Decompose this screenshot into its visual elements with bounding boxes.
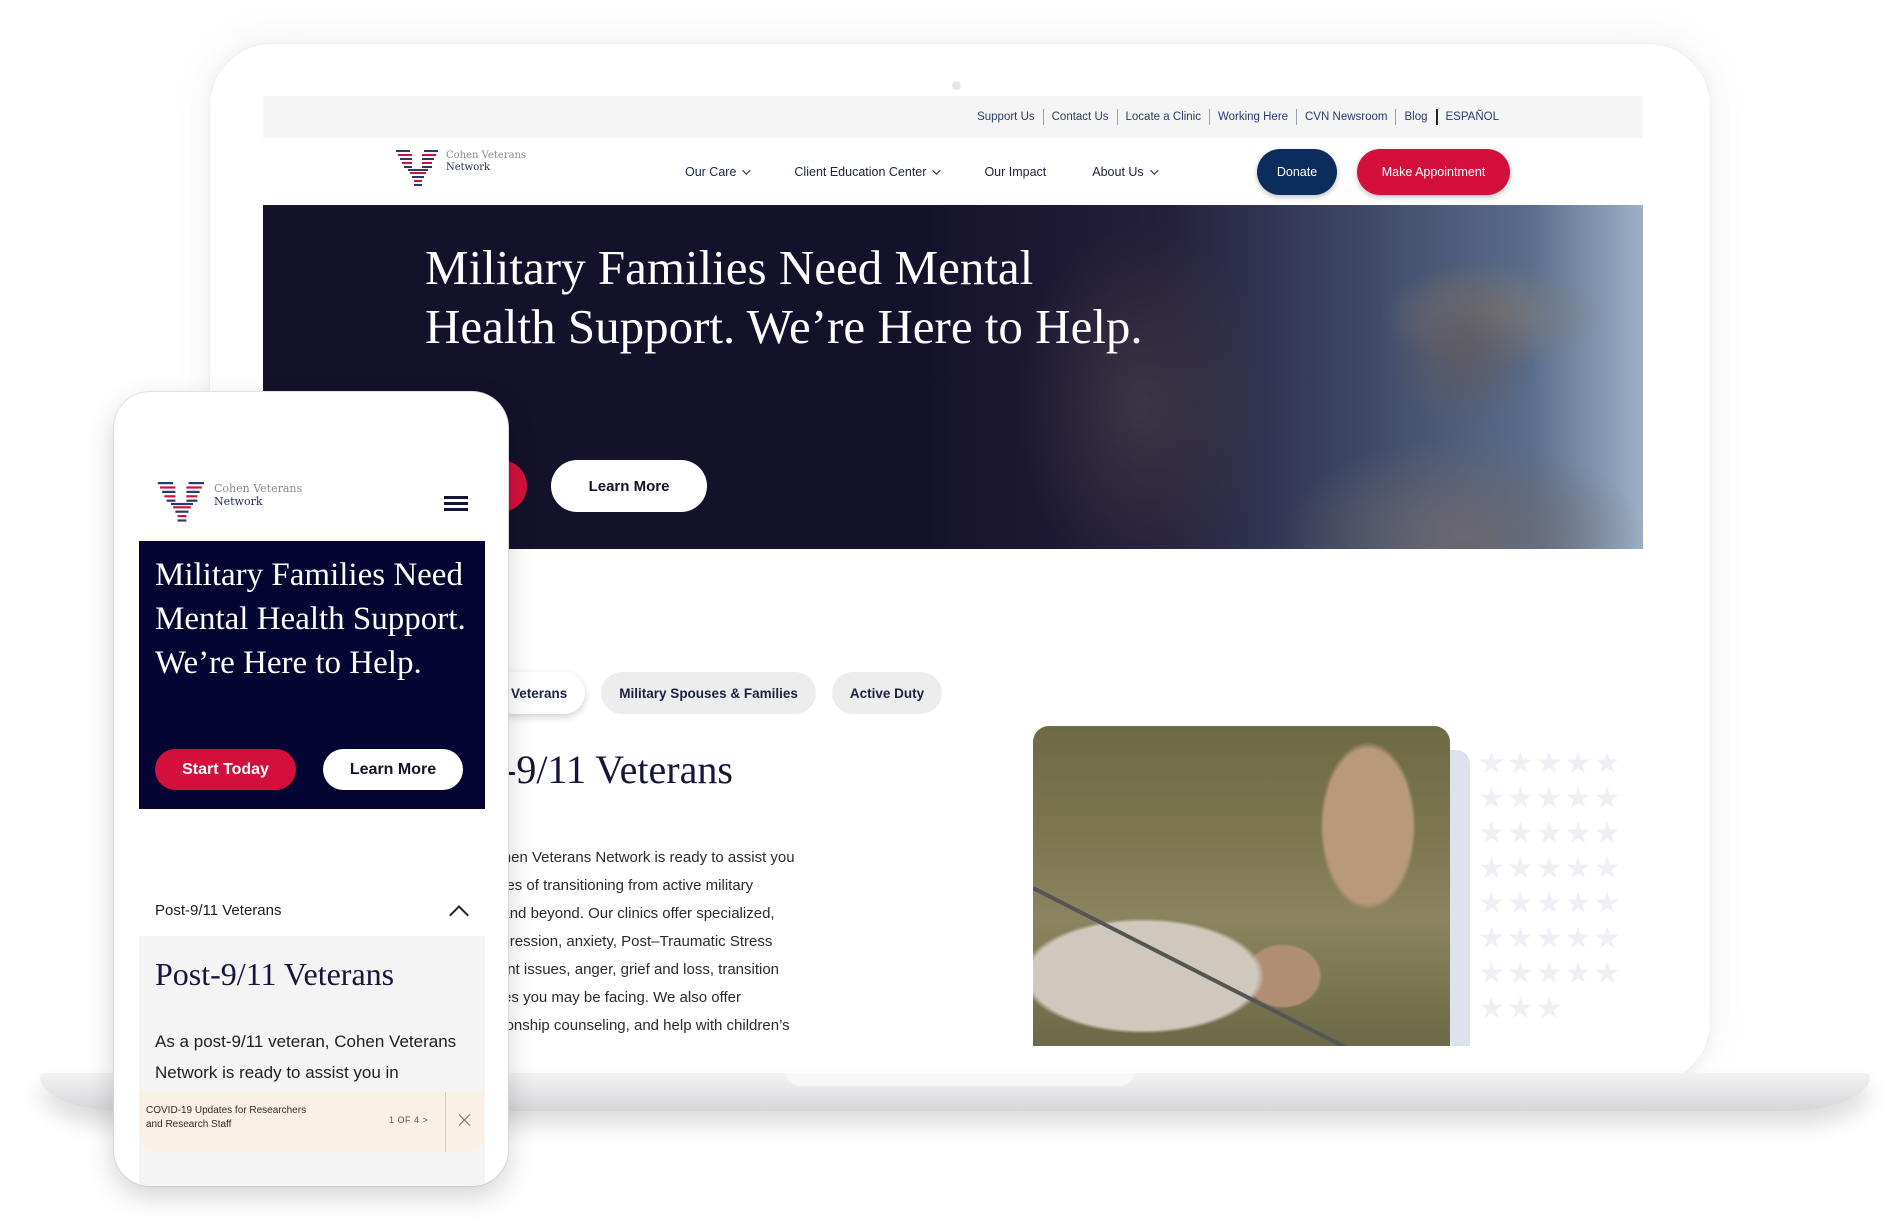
mobile-hero-title: Military Families Need Mental Health Sup… (155, 557, 466, 681)
logo[interactable]: Cohen Veterans Network (396, 150, 526, 190)
learn-more-button[interactable]: Learn More (551, 460, 707, 512)
veteran-fishing-photo (1033, 726, 1450, 1046)
nav-our-care[interactable]: Our Care (685, 164, 752, 179)
logo-text: Cohen Veterans Network (214, 482, 302, 508)
nav-label: Our Care (685, 164, 737, 179)
mobile-logo[interactable]: Cohen Veterans Network (156, 482, 302, 526)
section-title: -9/11 Veterans (503, 747, 733, 792)
hero-title: Military Families Need Mental Health Sup… (425, 240, 1143, 354)
alert-pager[interactable]: 1 OF 4 > (389, 1115, 428, 1125)
donate-button[interactable]: Donate (1257, 149, 1337, 195)
alert-text[interactable]: COVID-19 Updates for Researchers and Res… (146, 1104, 316, 1132)
alert-divider (445, 1092, 446, 1152)
chevron-up-icon[interactable] (449, 905, 469, 925)
fishing-rod (1033, 886, 1355, 1046)
mobile-section-title: Post-9/11 Veterans (155, 956, 395, 992)
nav-our-impact[interactable]: Our Impact (984, 165, 1046, 179)
logo-line2: Network (214, 495, 263, 508)
util-link-espanol[interactable]: ESPAÑOL (1438, 109, 1507, 125)
nav-label: Our Impact (984, 164, 1047, 179)
util-link-locate-clinic[interactable]: Locate a Clinic (1118, 109, 1210, 125)
util-link-working-here[interactable]: Working Here (1210, 109, 1298, 125)
mobile-learn-more-button[interactable]: Learn More (323, 749, 463, 790)
v-wordcloud-logo-icon (157, 482, 204, 522)
logo-text: Cohen Veterans Network (446, 150, 526, 174)
logo-line1: Cohen Veterans (446, 150, 527, 161)
util-link-contact-us[interactable]: Contact Us (1044, 109, 1118, 125)
make-appointment-button[interactable]: Make Appointment (1357, 149, 1510, 195)
nav-label: About Us (1092, 164, 1144, 179)
utility-bar: Support Us Contact Us Locate a Clinic Wo… (263, 96, 1643, 138)
mobile-hero-buttons: Start Today Learn More (155, 749, 463, 790)
logo-line2: Network (446, 162, 491, 173)
nav-about-us[interactable]: About Us (1092, 164, 1159, 179)
nav-client-education[interactable]: Client Education Center (794, 164, 942, 179)
logo-line1: Cohen Veterans (214, 482, 303, 495)
mobile-start-today-button[interactable]: Start Today (155, 749, 296, 790)
mobile-accordion-header[interactable]: Post-9/11 Veterans (114, 886, 508, 936)
hamburger-icon[interactable] (444, 496, 468, 512)
chevron-down-icon (932, 165, 942, 175)
mobile-hero: Military Families Need Mental Health Sup… (139, 541, 485, 809)
main-nav: Cohen Veterans Network Our Care Client E… (263, 138, 1643, 205)
laptop-notch (785, 1073, 1135, 1087)
tab-active-duty[interactable]: Active Duty (831, 672, 943, 714)
util-link-support-us[interactable]: Support Us (969, 109, 1044, 125)
nav-items: Our Care Client Education Center Our Imp… (685, 138, 1202, 205)
accordion-label: Post-9/11 Veterans (155, 902, 282, 919)
close-icon[interactable] (457, 1112, 473, 1128)
audience-tabs: Veterans Military Spouses & Families Act… (493, 672, 943, 714)
mobile-section-body: As a post-9/11 veteran, Cohen Veterans N… (155, 1032, 457, 1082)
accent-panel (1450, 750, 1470, 1046)
util-link-blog[interactable]: Blog (1396, 109, 1438, 125)
util-link-newsroom[interactable]: CVN Newsroom (1297, 109, 1397, 125)
chevron-down-icon (742, 165, 752, 175)
stars-pattern-icon: ★★★★★★★★★★★★★★★★★★★★★★★★★★★★★★★★★★★★★★ (1478, 747, 1623, 1025)
v-wordcloud-logo-icon (396, 150, 438, 186)
tab-military-spouses-families[interactable]: Military Spouses & Families (601, 672, 816, 714)
mobile-phone: Cohen Veterans Network Military Families… (114, 392, 508, 1186)
covid-alert-banner: COVID-19 Updates for Researchers and Res… (139, 1092, 485, 1152)
nav-label: Client Education Center (794, 164, 927, 179)
laptop-camera (952, 81, 961, 90)
chevron-down-icon (1149, 165, 1159, 175)
